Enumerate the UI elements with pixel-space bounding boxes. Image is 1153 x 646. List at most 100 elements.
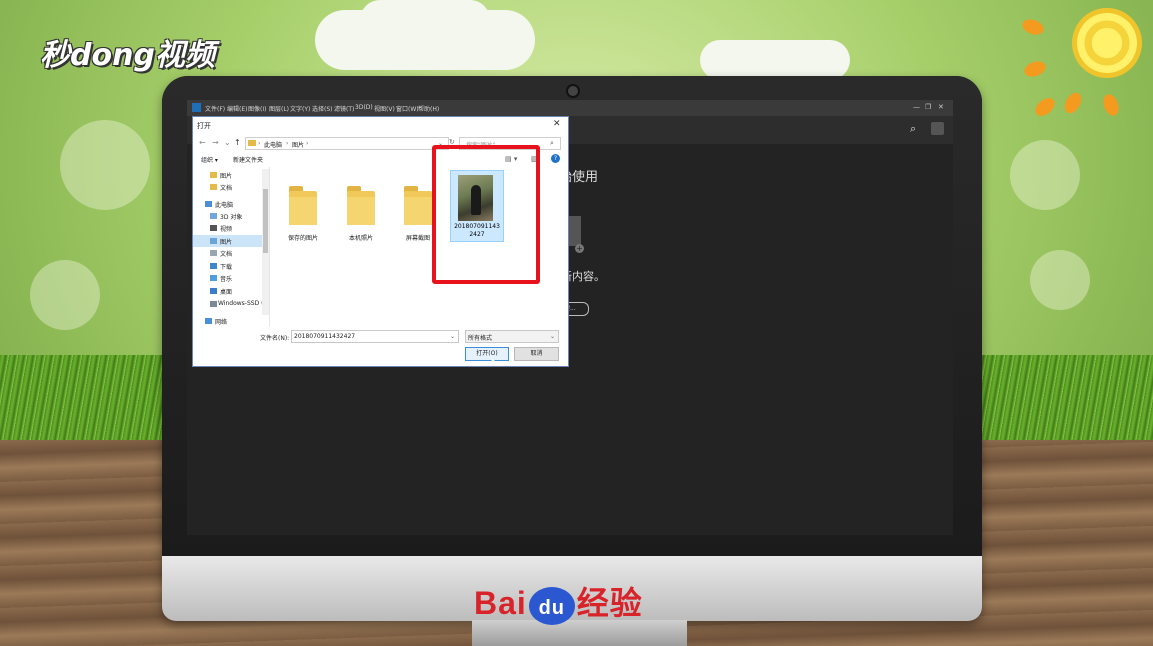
folder-camera-roll[interactable]: 本机照片: [339, 177, 383, 247]
nav-label: 网络: [215, 319, 228, 326]
folder-label: 本机照片: [348, 235, 373, 242]
help-icon[interactable]: ?: [551, 154, 560, 163]
pane-divider: [269, 167, 270, 327]
nav-label: 视频: [220, 226, 233, 233]
breadcrumb-separator: ›: [306, 140, 309, 147]
nav-label: 图片: [220, 239, 233, 246]
miaodong-logo: 秒dong视频: [40, 38, 215, 73]
sun-ray: [1022, 58, 1048, 80]
chevron-down-icon: ⌄: [550, 333, 556, 340]
nav-item-pictures-quick[interactable]: 图片: [193, 169, 263, 181]
cube-icon: [210, 213, 217, 219]
nav-item-downloads[interactable]: 下载: [193, 260, 263, 272]
folder-icon-front: [347, 197, 375, 225]
dialog-close-icon[interactable]: ✕: [553, 119, 561, 129]
nav-label: 音乐: [220, 276, 233, 283]
back-arrow-icon[interactable]: ←: [199, 138, 206, 147]
nav-item-pictures[interactable]: 图片: [193, 235, 263, 247]
search-icon[interactable]: ⌕: [910, 122, 916, 136]
up-arrow-icon[interactable]: ↑: [234, 138, 241, 147]
menu-type[interactable]: 文字(Y): [290, 104, 310, 113]
sun-ray: [1032, 94, 1058, 120]
nav-label: 文档: [220, 251, 233, 258]
filename-label: 文件名(N):: [260, 335, 290, 342]
forward-arrow-icon[interactable]: →: [212, 138, 219, 147]
cancel-button[interactable]: 取消: [514, 347, 559, 361]
nav-item-3d-objects[interactable]: 3D 对象: [193, 210, 263, 222]
nav-label: 桌面: [220, 289, 233, 296]
chevron-down-icon[interactable]: ⌄: [450, 333, 455, 340]
network-icon: [205, 318, 212, 324]
cloud: [700, 40, 850, 80]
nav-scrollbar[interactable]: [262, 169, 269, 315]
filetype-select[interactable]: 所有格式 ⌄: [465, 330, 559, 343]
menu-image[interactable]: 图像(I): [248, 104, 266, 113]
organize-button[interactable]: 组织 ▾: [201, 155, 218, 164]
baidu-logo-text: Bai: [474, 585, 527, 621]
search-icon: ⌕: [550, 139, 554, 147]
address-bar[interactable]: › 此电脑 › 图片 › ⌄: [245, 137, 449, 150]
nav-item-windows-ssd[interactable]: Windows-SSD (: [193, 298, 263, 310]
download-icon: [210, 263, 217, 269]
sun-ray: [1020, 16, 1046, 38]
folder-icon-front: [404, 197, 432, 225]
baidu-jingyan-logo: Bai du 经验: [474, 578, 643, 625]
nav-item-desktop[interactable]: 桌面: [193, 285, 263, 297]
restore-icon[interactable]: ❐: [925, 103, 931, 111]
nav-label: Windows-SSD (: [218, 300, 264, 307]
breadcrumb-pictures[interactable]: 图片: [292, 140, 304, 149]
menu-file[interactable]: 文件(F): [205, 104, 225, 113]
breadcrumb-separator: ›: [286, 140, 289, 147]
bokeh-light: [1010, 140, 1080, 210]
open-button[interactable]: 打开(O): [465, 347, 509, 361]
photoshop-icon: [192, 103, 201, 112]
sun-icon: [1072, 8, 1142, 78]
folder-label: 保存的图片: [287, 235, 318, 242]
filename-input[interactable]: 2018070911432427 ⌄: [291, 330, 459, 343]
recent-chevron-icon[interactable]: ⌄: [224, 138, 231, 147]
nav-label: 下载: [220, 264, 233, 271]
minimize-icon[interactable]: —: [913, 103, 920, 111]
breadcrumb-this-pc[interactable]: 此电脑: [264, 140, 282, 149]
folder-saved-pictures[interactable]: 保存的图片: [281, 177, 325, 247]
new-folder-button[interactable]: 新建文件夹: [233, 155, 263, 164]
menu-3d[interactable]: 3D(D): [355, 104, 373, 111]
nav-scrollbar-thumb[interactable]: [263, 189, 268, 253]
nav-item-network[interactable]: 网络: [193, 315, 263, 327]
highlight-box: [432, 145, 540, 284]
menu-select[interactable]: 选择(S): [312, 104, 333, 113]
menu-layer[interactable]: 图层(L): [269, 104, 289, 113]
nav-label: 3D 对象: [220, 214, 243, 221]
nav-label: 此电脑: [215, 202, 234, 209]
camera-icon: [566, 84, 580, 98]
plus-icon: +: [575, 244, 584, 253]
baidu-paw-icon: du: [528, 586, 575, 625]
nav-item-documents-quick[interactable]: 文档: [193, 181, 263, 193]
bokeh-light: [60, 120, 150, 210]
menu-help[interactable]: 帮助(H): [418, 104, 439, 113]
document-icon: [210, 250, 217, 256]
sun-ray: [1061, 89, 1085, 117]
close-icon[interactable]: ✕: [938, 103, 944, 111]
drive-icon: [210, 301, 217, 307]
folder-icon: [248, 140, 256, 146]
menu-window[interactable]: 窗口(W): [396, 104, 419, 113]
menu-view[interactable]: 视图(V): [374, 104, 395, 113]
nav-item-this-pc[interactable]: 此电脑: [193, 198, 263, 210]
nav-label: 文档: [220, 185, 233, 192]
workspace-icon[interactable]: [931, 122, 944, 135]
folder-icon: [210, 184, 217, 190]
menu-filter[interactable]: 滤镜(T): [334, 104, 354, 113]
nav-item-videos[interactable]: 视频: [193, 222, 263, 234]
baidu-logo-suffix: 经验: [576, 585, 643, 621]
dialog-title: 打开: [197, 122, 211, 130]
nav-label: 图片: [220, 173, 233, 180]
nav-item-documents[interactable]: 文档: [193, 247, 263, 259]
menu-edit[interactable]: 编辑(E): [227, 104, 247, 113]
desktop-icon: [210, 288, 217, 294]
breadcrumb-separator: ›: [258, 140, 261, 147]
ps-menubar: 文件(F) 编辑(E) 图像(I) 图层(L) 文字(Y) 选择(S) 滤镜(T…: [187, 100, 953, 116]
navigation-pane: 图片 文档 此电脑 3D 对象 视频 图片 文档 下载 音乐 桌面 Window…: [193, 167, 269, 327]
dialog-title-bar: 打开 ✕: [193, 117, 568, 134]
nav-item-music[interactable]: 音乐: [193, 272, 263, 284]
